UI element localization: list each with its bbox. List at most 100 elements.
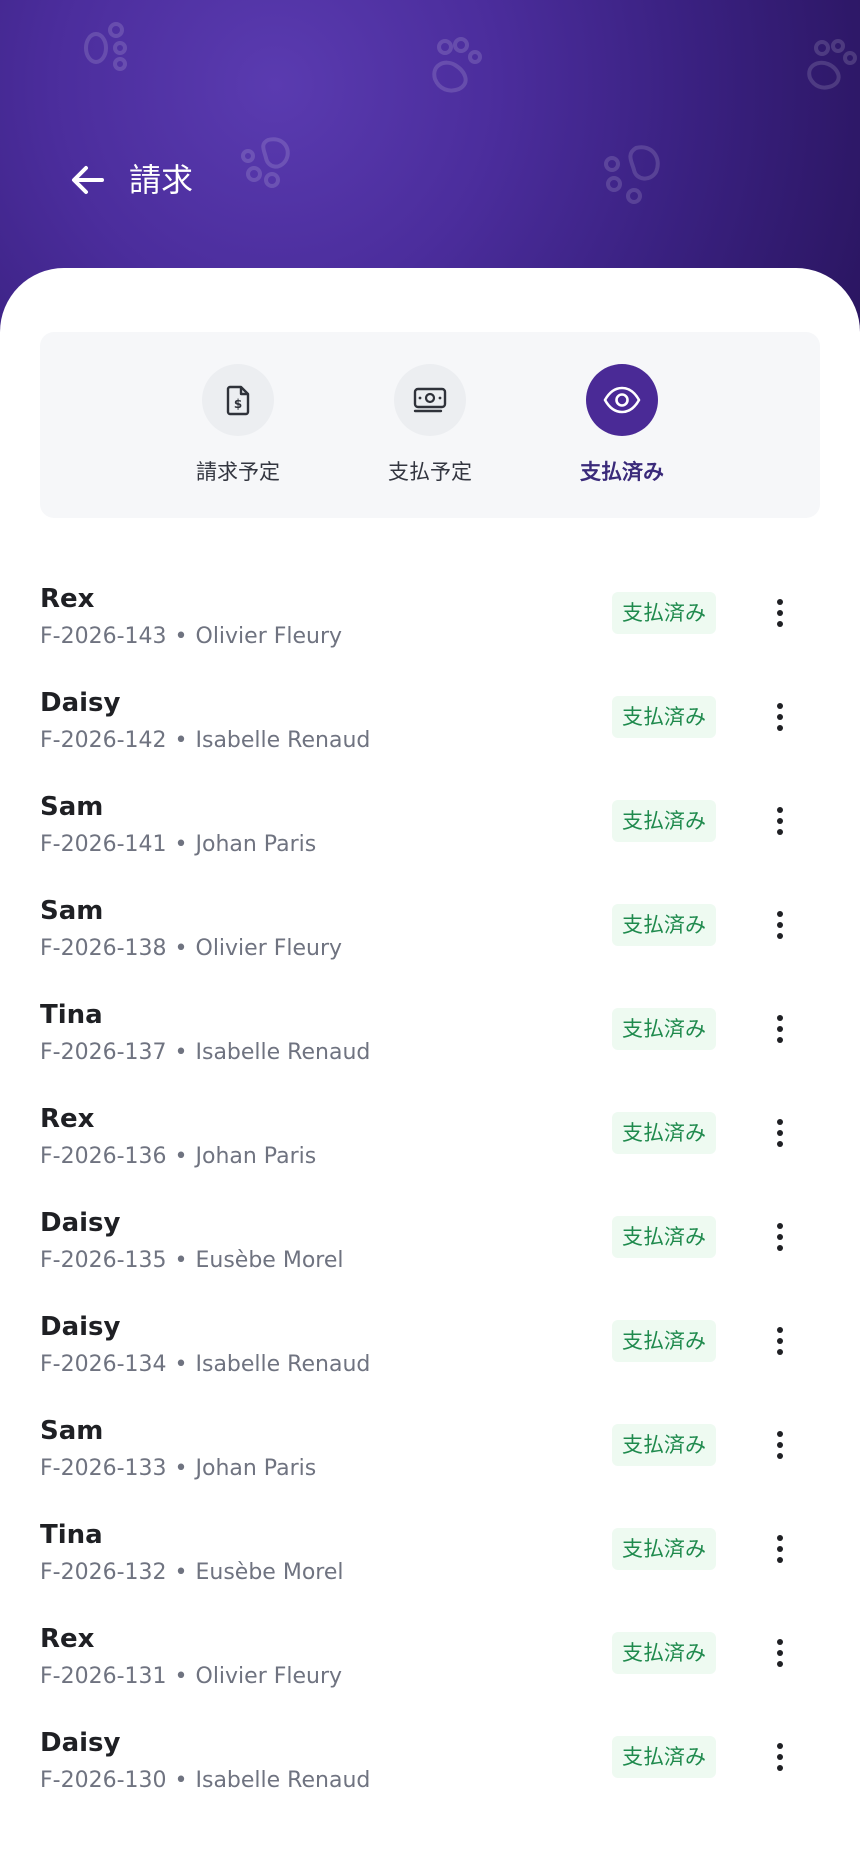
invoice-meta: F-2026-136 • Johan Paris bbox=[40, 1142, 316, 1172]
separator-dot: • bbox=[174, 832, 188, 857]
owner-name: Olivier Fleury bbox=[195, 624, 343, 649]
status-badge: 支払済み bbox=[612, 1632, 716, 1674]
invoice-meta: F-2026-133 • Johan Paris bbox=[40, 1454, 316, 1484]
separator-dot: • bbox=[174, 624, 188, 649]
invoice-number: F-2026-135 bbox=[40, 1248, 167, 1273]
invoice-row[interactable]: Rex F-2026-143 • Olivier Fleury 支払済み bbox=[0, 580, 860, 684]
invoice-number: F-2026-132 bbox=[40, 1560, 167, 1585]
owner-name: Olivier Fleury bbox=[195, 936, 343, 961]
invoice-row[interactable]: Tina F-2026-132 • Eusèbe Morel 支払済み bbox=[0, 1516, 860, 1620]
owner-name: Olivier Fleury bbox=[195, 1664, 343, 1689]
back-button[interactable] bbox=[66, 158, 110, 202]
separator-dot: • bbox=[174, 1456, 188, 1481]
invoice-row[interactable]: Daisy F-2026-134 • Isabelle Renaud 支払済み bbox=[0, 1308, 860, 1412]
paw-print-icon bbox=[807, 39, 857, 90]
kebab-menu-icon bbox=[777, 1015, 783, 1021]
separator-dot: • bbox=[174, 1144, 188, 1169]
banknotes-icon bbox=[413, 387, 447, 413]
kebab-menu-icon bbox=[777, 1223, 783, 1229]
owner-name: Eusèbe Morel bbox=[195, 1248, 344, 1273]
more-options-button[interactable] bbox=[760, 694, 800, 740]
more-options-button[interactable] bbox=[760, 1110, 800, 1156]
pet-name: Tina bbox=[40, 1520, 103, 1550]
invoice-row[interactable]: Daisy F-2026-142 • Isabelle Renaud 支払済み bbox=[0, 684, 860, 788]
svg-text:$: $ bbox=[234, 397, 242, 411]
tab-label: 請求予定 bbox=[196, 460, 280, 484]
invoice-row[interactable]: Tina F-2026-137 • Isabelle Renaud 支払済み bbox=[0, 996, 860, 1100]
tab-scheduled-invoices[interactable]: $ 請求予定 bbox=[158, 332, 318, 518]
paw-print-icon bbox=[84, 22, 127, 71]
status-badge: 支払済み bbox=[612, 1008, 716, 1050]
separator-dot: • bbox=[174, 728, 188, 753]
more-options-button[interactable] bbox=[760, 1422, 800, 1468]
invoice-number: F-2026-137 bbox=[40, 1040, 167, 1065]
invoice-row[interactable]: Rex F-2026-136 • Johan Paris 支払済み bbox=[0, 1100, 860, 1204]
tab-paid[interactable]: 支払済み bbox=[542, 332, 702, 518]
owner-name: Johan Paris bbox=[195, 1456, 317, 1481]
status-badge: 支払済み bbox=[612, 1216, 716, 1258]
more-options-button[interactable] bbox=[760, 1006, 800, 1052]
kebab-menu-icon bbox=[777, 911, 783, 917]
status-badge: 支払済み bbox=[612, 1112, 716, 1154]
status-badge: 支払済み bbox=[612, 904, 716, 946]
tab-label: 支払済み bbox=[580, 460, 664, 484]
invoice-number: F-2026-141 bbox=[40, 832, 167, 857]
pet-name: Rex bbox=[40, 1624, 95, 1654]
more-options-button[interactable] bbox=[760, 1214, 800, 1260]
status-badge: 支払済み bbox=[612, 592, 716, 634]
kebab-menu-icon bbox=[777, 1639, 783, 1645]
invoice-meta: F-2026-134 • Isabelle Renaud bbox=[40, 1350, 370, 1380]
more-options-button[interactable] bbox=[760, 590, 800, 636]
more-options-button[interactable] bbox=[760, 902, 800, 948]
pet-name: Sam bbox=[40, 1416, 104, 1446]
paw-print-icon bbox=[432, 37, 482, 93]
separator-dot: • bbox=[174, 1664, 188, 1689]
kebab-menu-icon bbox=[777, 1119, 783, 1125]
pet-name: Sam bbox=[40, 792, 104, 822]
separator-dot: • bbox=[174, 936, 188, 961]
pet-name: Daisy bbox=[40, 1728, 121, 1758]
invoice-number: F-2026-131 bbox=[40, 1664, 167, 1689]
status-badge: 支払済み bbox=[612, 696, 716, 738]
arrow-left-icon bbox=[72, 166, 104, 194]
status-badge: 支払済み bbox=[612, 800, 716, 842]
separator-dot: • bbox=[174, 1248, 188, 1273]
invoice-meta: F-2026-137 • Isabelle Renaud bbox=[40, 1038, 370, 1068]
tab-bar: $ 請求予定 支払予定 支払済み bbox=[40, 332, 820, 518]
kebab-menu-icon bbox=[777, 1535, 783, 1541]
tab-label: 支払予定 bbox=[388, 460, 472, 484]
kebab-menu-icon bbox=[777, 1431, 783, 1437]
more-options-button[interactable] bbox=[760, 1630, 800, 1676]
invoice-meta: F-2026-135 • Eusèbe Morel bbox=[40, 1246, 343, 1276]
separator-dot: • bbox=[174, 1768, 188, 1793]
status-badge: 支払済み bbox=[612, 1320, 716, 1362]
invoice-number: F-2026-130 bbox=[40, 1768, 167, 1793]
invoice-row[interactable]: Daisy F-2026-135 • Eusèbe Morel 支払済み bbox=[0, 1204, 860, 1308]
invoice-row[interactable]: Sam F-2026-138 • Olivier Fleury 支払済み bbox=[0, 892, 860, 996]
separator-dot: • bbox=[174, 1040, 188, 1065]
pet-name: Rex bbox=[40, 1104, 95, 1134]
separator-dot: • bbox=[174, 1560, 188, 1585]
invoice-meta: F-2026-132 • Eusèbe Morel bbox=[40, 1558, 343, 1588]
more-options-button[interactable] bbox=[760, 1526, 800, 1572]
tab-scheduled-payments[interactable]: 支払予定 bbox=[350, 332, 510, 518]
owner-name: Eusèbe Morel bbox=[195, 1560, 344, 1585]
page-title: 請求 bbox=[129, 161, 194, 199]
paw-print-icon bbox=[604, 145, 660, 204]
invoice-number: F-2026-133 bbox=[40, 1456, 167, 1481]
more-options-button[interactable] bbox=[760, 1318, 800, 1364]
owner-name: Johan Paris bbox=[195, 832, 317, 857]
more-options-button[interactable] bbox=[760, 798, 800, 844]
invoice-row[interactable]: Rex F-2026-131 • Olivier Fleury 支払済み bbox=[0, 1620, 860, 1724]
invoice-row[interactable]: Daisy F-2026-130 • Isabelle Renaud 支払済み bbox=[0, 1724, 860, 1828]
invoice-row[interactable]: Sam F-2026-141 • Johan Paris 支払済み bbox=[0, 788, 860, 892]
tab-icon-circle bbox=[586, 364, 658, 436]
invoice-meta: F-2026-143 • Olivier Fleury bbox=[40, 622, 342, 652]
paw-print-icon bbox=[241, 137, 290, 188]
tab-icon-circle bbox=[394, 364, 466, 436]
invoice-number: F-2026-136 bbox=[40, 1144, 167, 1169]
invoice-dollar-icon: $ bbox=[226, 385, 250, 416]
pet-name: Rex bbox=[40, 584, 95, 614]
invoice-row[interactable]: Sam F-2026-133 • Johan Paris 支払済み bbox=[0, 1412, 860, 1516]
more-options-button[interactable] bbox=[760, 1734, 800, 1780]
